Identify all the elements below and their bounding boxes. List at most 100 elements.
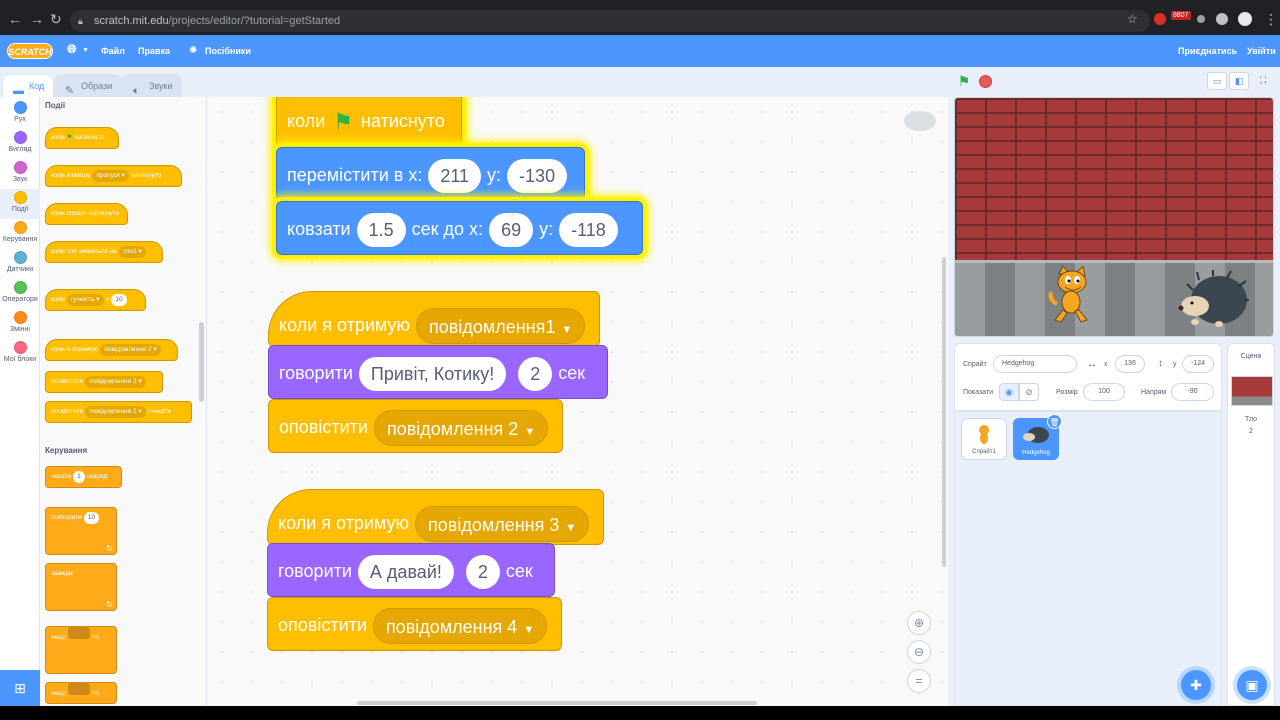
message-dropdown[interactable]: повідомлення1 ▼ bbox=[416, 308, 586, 345]
block-broadcast[interactable]: оповістити повідомлення 2 ▾ bbox=[45, 371, 163, 393]
block-when-flag-clicked[interactable]: коли ⚑ натиснуто bbox=[276, 97, 462, 147]
block-when-i-receive[interactable]: коли я отримую повідомлення 2 ▾ bbox=[45, 339, 178, 361]
x-input[interactable]: 136 bbox=[1115, 355, 1145, 373]
message-dropdown[interactable]: повідомлення 4 ▼ bbox=[372, 608, 548, 645]
file-menu[interactable]: Файл bbox=[101, 45, 125, 57]
value-input[interactable]: 10 bbox=[111, 294, 127, 306]
hedgehog-sprite[interactable] bbox=[1173, 270, 1249, 328]
add-extension-button[interactable]: ⊞ bbox=[0, 670, 40, 706]
small-stage-button[interactable]: ▭ bbox=[1207, 72, 1227, 90]
zoom-in-button[interactable]: ⊕ bbox=[907, 611, 931, 635]
sign-in-link[interactable]: Увійти bbox=[1247, 45, 1276, 57]
y-input[interactable]: -124 bbox=[1182, 355, 1214, 373]
kebab-menu-icon[interactable]: ⋮ bbox=[1264, 12, 1278, 26]
y-input[interactable]: -118 bbox=[559, 213, 618, 248]
avatar[interactable] bbox=[1238, 12, 1252, 26]
category-motion[interactable]: Рух bbox=[0, 101, 40, 129]
edit-menu[interactable]: Правка bbox=[138, 45, 170, 57]
tab-code[interactable]: ▬ Код bbox=[2, 74, 54, 97]
add-sprite-button[interactable]: ✚ bbox=[1181, 670, 1211, 700]
seconds-input[interactable]: 2 bbox=[518, 357, 553, 392]
palette-scrollbar[interactable] bbox=[199, 322, 204, 402]
show-sprite-button[interactable]: ◉ bbox=[999, 383, 1019, 401]
puzzle-icon[interactable] bbox=[1216, 13, 1228, 25]
block-when-loudness[interactable]: коли гучність ▾ >10 bbox=[45, 289, 146, 311]
large-stage-button[interactable]: ◧ bbox=[1229, 72, 1249, 90]
value-input[interactable]: 1 bbox=[73, 471, 85, 483]
hide-sprite-button[interactable]: ⊘ bbox=[1019, 383, 1039, 401]
scratch-logo[interactable]: SCRATCH bbox=[7, 43, 53, 59]
extension-icon[interactable] bbox=[1154, 13, 1166, 25]
block-when-backdrop-switches[interactable]: коли тло змінеться на тло1 ▾ bbox=[45, 241, 163, 263]
message-dropdown[interactable]: повідомлення 2 ▾ bbox=[100, 344, 161, 356]
zoom-reset-button[interactable]: = bbox=[907, 669, 931, 693]
category-looks[interactable]: Вигляд bbox=[0, 131, 40, 159]
green-flag-button[interactable]: ⚑ bbox=[955, 72, 973, 90]
tab-costumes[interactable]: ✎ Образи bbox=[54, 74, 122, 97]
block-forever[interactable]: завжди ↻ bbox=[45, 563, 117, 611]
message-dropdown[interactable]: повідомлення 2 ▾ bbox=[85, 376, 146, 388]
stage-selector[interactable]: Сцена Тло 2 bbox=[1227, 343, 1275, 706]
join-link[interactable]: Приєднатись bbox=[1178, 45, 1237, 57]
reload-icon[interactable]: ↻ bbox=[50, 12, 62, 26]
value-input[interactable]: 10 bbox=[83, 512, 100, 524]
globe-icon[interactable]: 🌐︎ bbox=[67, 43, 77, 55]
workspace-horizontal-scrollbar[interactable] bbox=[357, 701, 757, 705]
block-if-then[interactable]: якщо то bbox=[45, 626, 117, 674]
message-dropdown[interactable]: повідомлення 3 ▼ bbox=[415, 506, 590, 543]
block-say-for-secs[interactable]: говорити Привіт, Котику! 2 сек bbox=[268, 345, 608, 399]
block-when-flag-clicked[interactable]: коли ⚑ натиснуто bbox=[45, 127, 119, 149]
seconds-input[interactable]: 2 bbox=[465, 555, 500, 590]
block-wait[interactable]: чекати 1 секунд bbox=[45, 466, 122, 488]
block-when-i-receive[interactable]: коли я отримую повідомлення 3 ▼ bbox=[267, 489, 604, 545]
stop-button[interactable] bbox=[979, 75, 992, 88]
direction-input[interactable]: -90 bbox=[1171, 383, 1214, 401]
extension-badge[interactable]: 8807 bbox=[1171, 11, 1191, 20]
message-dropdown[interactable]: повідомлення 2 ▼ bbox=[373, 410, 549, 447]
category-operators[interactable]: Оператори bbox=[0, 281, 40, 309]
block-when-i-receive[interactable]: коли я отримую повідомлення1 ▼ bbox=[268, 291, 600, 347]
zoom-out-button[interactable]: ⊖ bbox=[907, 640, 931, 664]
block-when-key-pressed[interactable]: коли клавішу пропуск ▾ натиснуто bbox=[45, 165, 182, 187]
chevron-down-icon[interactable]: ▼ bbox=[82, 45, 89, 57]
block-broadcast[interactable]: оповістити повідомлення 2 ▼ bbox=[268, 399, 563, 453]
block-when-sprite-clicked[interactable]: коли спрайт натиснуто bbox=[45, 203, 128, 225]
size-input[interactable]: 100 bbox=[1083, 383, 1125, 401]
key-dropdown[interactable]: пропуск ▾ bbox=[92, 170, 129, 182]
y-input[interactable]: -130 bbox=[507, 159, 568, 194]
block-if-then-else[interactable]: якщо то bbox=[45, 682, 117, 704]
workspace-vertical-scrollbar[interactable] bbox=[942, 257, 946, 567]
fullscreen-button[interactable]: ⛶ bbox=[1253, 72, 1273, 90]
block-say-for-secs[interactable]: говорити А давай! 2 сек bbox=[267, 543, 555, 597]
sprite-tile[interactable]: Спрайт1 bbox=[961, 418, 1007, 460]
x-input[interactable]: 69 bbox=[489, 213, 534, 248]
address-bar[interactable]: 🔒︎ scratch.mit.edu/projects/editor/?tuto… bbox=[70, 10, 1150, 32]
tab-sounds[interactable]: 🔈︎ Звуки bbox=[122, 74, 182, 97]
tutorials-menu[interactable]: Посібники bbox=[205, 45, 251, 57]
category-variables[interactable]: Змінні bbox=[0, 311, 40, 339]
category-events[interactable]: Події bbox=[0, 189, 40, 219]
star-icon[interactable]: ☆ bbox=[1127, 12, 1138, 26]
block-repeat[interactable]: повторити 10 ↻ bbox=[45, 507, 117, 555]
block-broadcast-and-wait[interactable]: оповістити повідомлення 2 ▾ і чекати bbox=[45, 401, 192, 423]
condition-slot[interactable] bbox=[68, 627, 91, 639]
category-sensing[interactable]: Датчики bbox=[0, 251, 40, 279]
category-sound[interactable]: Звук bbox=[0, 161, 40, 189]
message-input[interactable]: А давай! bbox=[357, 555, 454, 590]
sprite-name-input[interactable]: Hedgehog bbox=[993, 355, 1077, 373]
add-backdrop-button[interactable]: ▣ bbox=[1237, 670, 1267, 700]
back-icon[interactable]: ← bbox=[8, 12, 22, 26]
seconds-input[interactable]: 1.5 bbox=[356, 213, 406, 248]
block-glide-to-xy[interactable]: ковзати 1.5 сек до x: 69 y: -118 bbox=[276, 201, 643, 255]
block-broadcast[interactable]: оповістити повідомлення 4 ▼ bbox=[267, 597, 562, 651]
sprite-tile-selected[interactable]: Hedgehog 🗑︎ bbox=[1013, 414, 1062, 460]
block-go-to-xy[interactable]: перемістити в x: 211 y: -130 bbox=[276, 147, 585, 201]
category-my-blocks[interactable]: Мої блоки bbox=[0, 341, 40, 369]
sensor-dropdown[interactable]: гучність ▾ bbox=[66, 294, 104, 306]
condition-slot[interactable] bbox=[68, 683, 91, 695]
category-control[interactable]: Керування bbox=[0, 221, 40, 249]
extension-icon[interactable] bbox=[1197, 15, 1205, 23]
forward-icon[interactable]: → bbox=[30, 12, 44, 26]
backdrop-dropdown[interactable]: тло1 ▾ bbox=[118, 246, 146, 258]
message-input[interactable]: Привіт, Котику! bbox=[358, 357, 507, 392]
